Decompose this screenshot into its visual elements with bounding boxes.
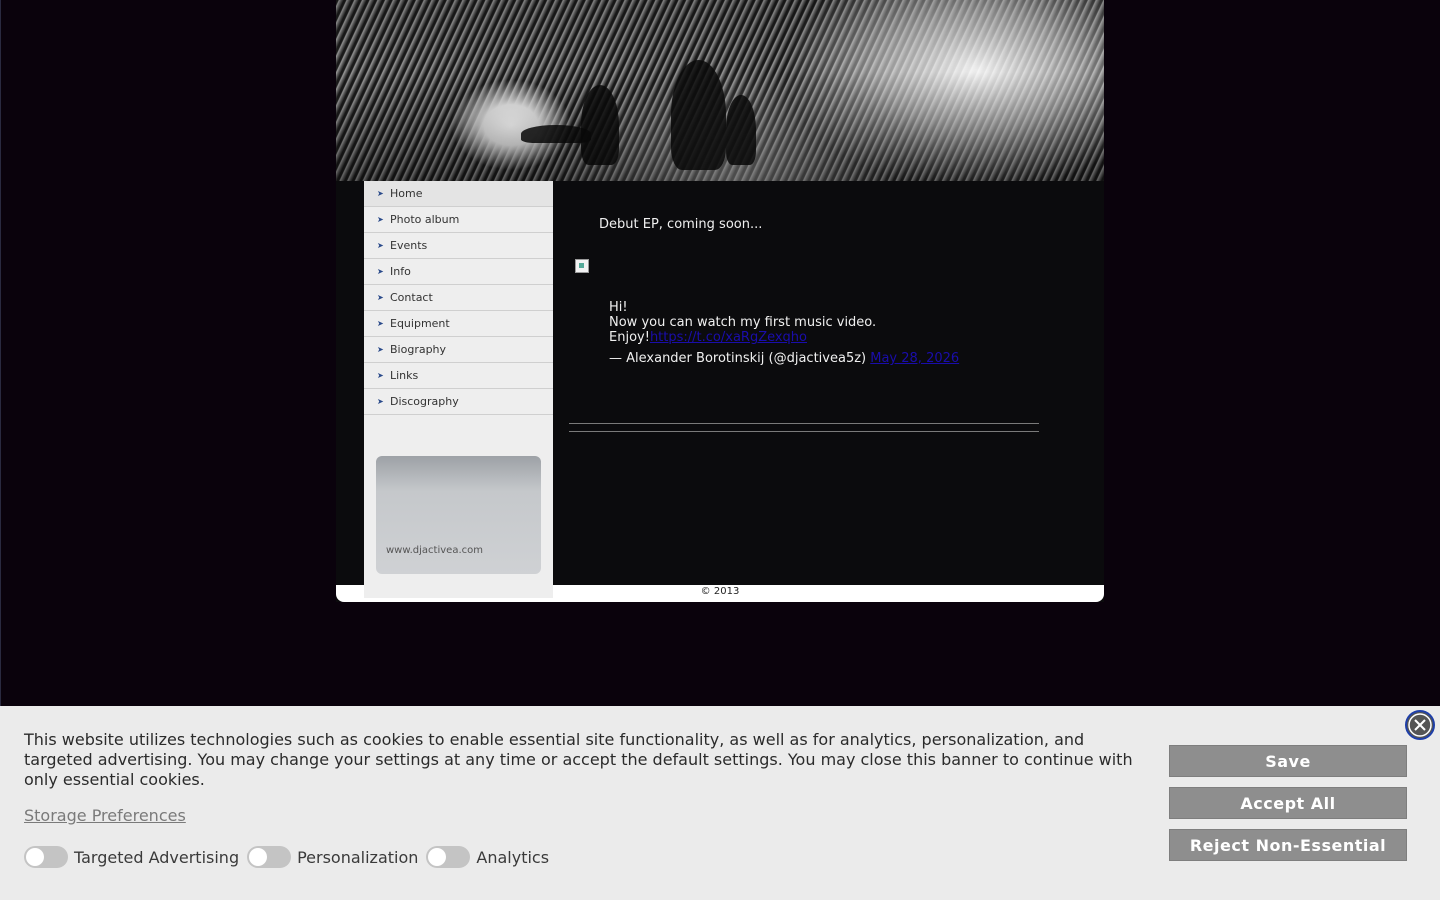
nav-item-label: Events <box>390 239 428 252</box>
save-button[interactable]: Save <box>1169 745 1407 777</box>
nav-item-discography[interactable]: ➤ Discography <box>364 389 553 415</box>
toggle-label: Targeted Advertising <box>74 847 240 867</box>
nav-item-photo-album[interactable]: ➤ Photo album <box>364 207 553 233</box>
toggle-label: Personalization <box>297 847 419 867</box>
nav-item-biography[interactable]: ➤ Biography <box>364 337 553 363</box>
nav-item-info[interactable]: ➤ Info <box>364 259 553 285</box>
close-icon <box>1408 713 1432 737</box>
cookie-banner-text: This website utilizes technologies such … <box>24 730 1133 789</box>
storage-preferences-link[interactable]: Storage Preferences <box>24 806 186 825</box>
promo-url[interactable]: www.djactivea.com <box>386 545 483 556</box>
page-footer: © 2013 <box>336 585 1104 602</box>
accept-all-button[interactable]: Accept All <box>1169 787 1407 819</box>
toggle-switch[interactable] <box>24 846 68 868</box>
chevron-right-icon: ➤ <box>377 319 384 328</box>
embedded-tweet: Hi! Now you can watch my first music vid… <box>609 300 959 366</box>
toggle-targeted-advertising[interactable]: Targeted Advertising <box>24 846 239 868</box>
chevron-right-icon: ➤ <box>377 267 384 276</box>
chevron-right-icon: ➤ <box>377 241 384 250</box>
tweet-text: Enjoy! <box>609 330 650 345</box>
broken-image-icon <box>575 259 589 273</box>
nav-item-label: Home <box>390 187 423 200</box>
promo-box[interactable]: www.djactivea.com <box>376 456 541 574</box>
tweet-author: — Alexander Borotinskij (@djactivea5z) <box>609 351 867 366</box>
chevron-right-icon: ➤ <box>377 293 384 302</box>
nav-item-events[interactable]: ➤ Events <box>364 233 553 259</box>
nav-item-label: Links <box>390 369 419 382</box>
toggle-knob <box>428 848 447 866</box>
tweet-line: Enjoy!https://t.co/xaRgZexqho <box>609 330 959 345</box>
reject-non-essential-button[interactable]: Reject Non-Essential <box>1169 829 1407 861</box>
nav-item-home[interactable]: ➤ Home <box>364 181 553 207</box>
divider <box>569 423 1039 424</box>
chevron-right-icon: ➤ <box>377 371 384 380</box>
consent-toggles: Targeted Advertising Personalization Ana… <box>24 846 557 868</box>
chevron-right-icon: ➤ <box>377 345 384 354</box>
nav-item-contact[interactable]: ➤ Contact <box>364 285 553 311</box>
nav-item-label: Contact <box>390 291 433 304</box>
site-container: ➤ Home ➤ Photo album ➤ Events ➤ Info ➤ C… <box>336 0 1104 602</box>
tweet-line: Hi! <box>609 300 628 315</box>
tweet-attribution: — Alexander Borotinskij (@djactivea5z) M… <box>609 351 959 366</box>
chevron-right-icon: ➤ <box>377 215 384 224</box>
toggle-analytics[interactable]: Analytics <box>426 846 549 868</box>
nav-item-label: Info <box>390 265 411 278</box>
nav-item-label: Equipment <box>390 317 450 330</box>
tweet-date-link[interactable]: May 28, 2026 <box>870 351 959 366</box>
cookie-banner: This website utilizes technologies such … <box>0 706 1440 900</box>
toggle-knob <box>249 848 268 866</box>
close-banner-button[interactable] <box>1405 710 1435 740</box>
copyright-text: © 2013 <box>700 586 740 597</box>
chevron-right-icon: ➤ <box>377 189 384 198</box>
toggle-label: Analytics <box>476 847 550 867</box>
toggle-switch[interactable] <box>426 846 471 868</box>
chevron-right-icon: ➤ <box>377 397 384 406</box>
toggle-switch[interactable] <box>247 846 292 868</box>
nav-item-label: Photo album <box>390 213 460 226</box>
main-content: Debut EP, coming soon... Hi! Now you can… <box>553 181 1104 585</box>
toggle-knob <box>26 848 44 866</box>
sidebar-nav: ➤ Home ➤ Photo album ➤ Events ➤ Info ➤ C… <box>364 181 553 598</box>
nav-item-equipment[interactable]: ➤ Equipment <box>364 311 553 337</box>
tweet-line: Now you can watch my first music video. <box>609 315 877 330</box>
nav-item-label: Biography <box>390 343 447 356</box>
tweet-link[interactable]: https://t.co/xaRgZexqho <box>650 330 807 345</box>
nav-item-label: Discography <box>390 395 459 408</box>
toggle-personalization[interactable]: Personalization <box>247 846 418 868</box>
divider <box>569 431 1039 432</box>
header-banner-image <box>336 0 1104 181</box>
post-headline: Debut EP, coming soon... <box>599 217 763 232</box>
nav-item-links[interactable]: ➤ Links <box>364 363 553 389</box>
